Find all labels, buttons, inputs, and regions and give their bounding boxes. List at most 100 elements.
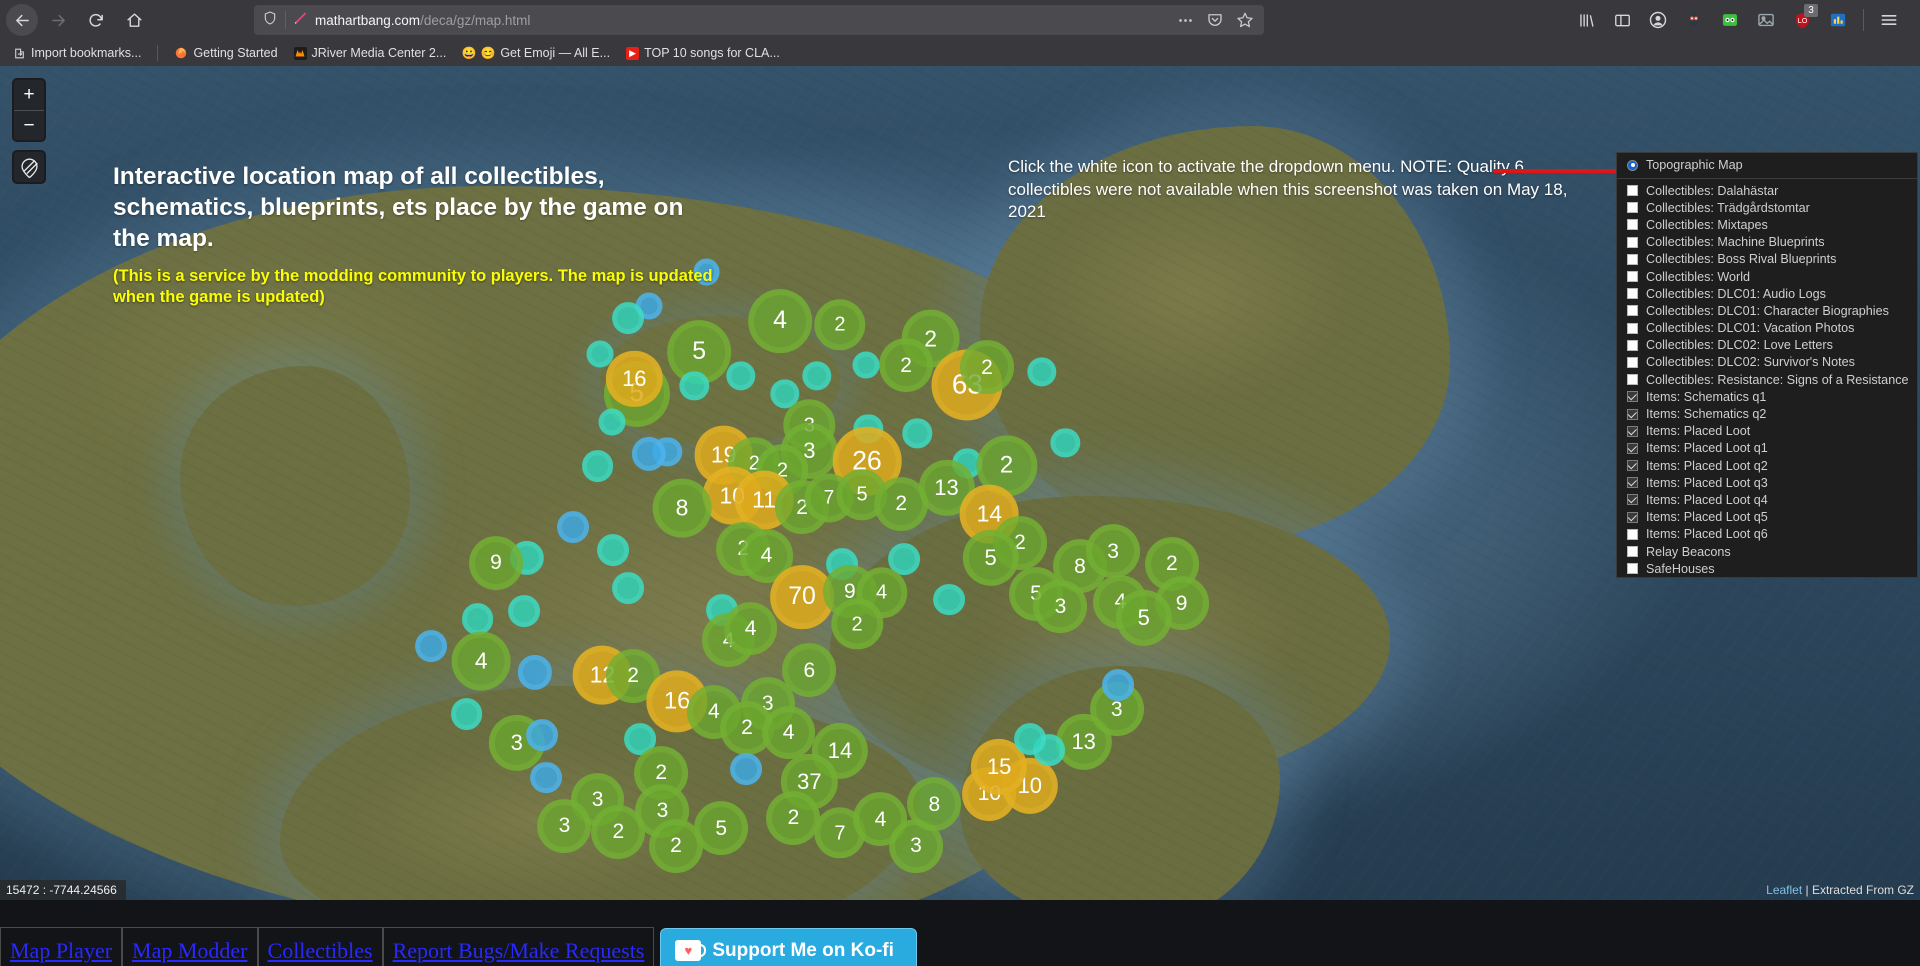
map-marker[interactable]: 4 <box>748 289 812 354</box>
checkbox-unchecked-icon[interactable] <box>1627 339 1638 351</box>
checkbox-checked-icon[interactable] <box>1627 425 1638 437</box>
map-marker[interactable] <box>530 761 563 794</box>
checkbox-unchecked-icon[interactable] <box>1627 305 1638 317</box>
footer-link-label[interactable]: Map Modder <box>132 938 247 964</box>
checkbox-checked-icon[interactable] <box>1627 391 1638 403</box>
layer-overlay-row[interactable]: Collectibles: DLC01: Character Biographi… <box>1617 302 1917 319</box>
layer-overlay-row[interactable]: Items: Placed Loot q1 <box>1617 440 1917 457</box>
map-marker[interactable] <box>1013 723 1046 756</box>
page-identity-icon[interactable] <box>293 10 308 30</box>
radio-selected-icon[interactable] <box>1627 159 1638 171</box>
lastpass-extension-icon[interactable]: LO 3 <box>1785 4 1819 36</box>
checkbox-unchecked-icon[interactable] <box>1627 528 1638 540</box>
url-bar[interactable]: mathartbang.com/deca/gz/map.html <box>254 5 1264 35</box>
map-marker[interactable] <box>612 572 645 605</box>
checkbox-checked-icon[interactable] <box>1627 511 1638 523</box>
layer-overlay-row[interactable]: Collectibles: Trädgårdstomtar <box>1617 199 1917 216</box>
checkbox-unchecked-icon[interactable] <box>1627 236 1638 248</box>
map-marker[interactable] <box>461 603 494 636</box>
map-marker[interactable]: 4 <box>723 601 778 656</box>
map-marker[interactable] <box>933 583 965 616</box>
layer-overlay-row[interactable]: Collectibles: DLC01: Vacation Photos <box>1617 320 1917 337</box>
map-marker[interactable] <box>729 753 762 786</box>
map-marker[interactable] <box>450 698 483 730</box>
robot-extension-icon[interactable] <box>1713 4 1747 36</box>
footer-link-label[interactable]: Collectibles <box>268 938 373 964</box>
bookmark-import-bookmarks[interactable]: Import bookmarks... <box>6 44 147 62</box>
layer-overlay-row[interactable]: Items: Schematics q2 <box>1617 405 1917 422</box>
checkbox-unchecked-icon[interactable] <box>1627 271 1638 283</box>
checkbox-unchecked-icon[interactable] <box>1627 563 1638 575</box>
footer-link-map-modder[interactable]: Map Modder <box>122 927 258 966</box>
account-icon[interactable] <box>1641 4 1675 36</box>
zoom-in-button[interactable]: + <box>14 80 44 110</box>
layer-overlay-row[interactable]: Collectibles: Boss Rival Blueprints <box>1617 251 1917 268</box>
page-actions-icon[interactable] <box>1177 12 1194 29</box>
bookmark-get-emoji[interactable]: 😀 😊 Get Emoji — All E... <box>456 44 616 62</box>
checkbox-unchecked-icon[interactable] <box>1627 356 1638 368</box>
layer-overlay-row[interactable]: Items: Placed Loot q4 <box>1617 491 1917 508</box>
layer-overlay-row[interactable]: Items: Placed Loot q2 <box>1617 457 1917 474</box>
map-marker[interactable] <box>597 534 630 566</box>
support-kofi-button[interactable]: ♥ Support Me on Ko-fi <box>660 927 917 966</box>
checkbox-checked-icon[interactable] <box>1627 460 1638 472</box>
bookmark-star-icon[interactable] <box>1236 11 1254 29</box>
checkbox-unchecked-icon[interactable] <box>1627 374 1638 386</box>
layer-overlay-row[interactable]: Collectibles: Resistance: Signs of a Res… <box>1617 371 1917 388</box>
shield-icon[interactable] <box>262 10 278 31</box>
map-marker[interactable]: 9 <box>468 535 523 590</box>
layer-overlay-list[interactable]: Collectibles: Dalahästar Collectibles: Tr… <box>1617 182 1917 577</box>
map-marker[interactable]: 2 <box>766 791 821 845</box>
map-marker[interactable] <box>852 351 880 379</box>
layer-base-topographic[interactable]: Topographic Map <box>1617 153 1917 177</box>
footer-link-map-player[interactable]: Map Player <box>0 927 123 966</box>
bookmark-jriver[interactable]: JRiver Media Center 2... <box>288 44 453 62</box>
map-marker[interactable]: 3 <box>537 799 592 853</box>
footer-link-collectibles[interactable]: Collectibles <box>257 927 383 966</box>
map-marker[interactable] <box>1102 669 1134 702</box>
home-button[interactable] <box>116 4 152 36</box>
map-marker[interactable] <box>557 510 589 543</box>
chart-extension-icon[interactable] <box>1821 4 1855 36</box>
checkbox-checked-icon[interactable] <box>1627 408 1638 420</box>
footer-link-label[interactable]: Map Player <box>10 938 112 964</box>
map-marker[interactable] <box>526 718 559 751</box>
menu-icon[interactable] <box>1872 4 1906 36</box>
layer-overlay-row[interactable]: SafeHouses <box>1617 560 1917 577</box>
layer-overlay-row[interactable]: Collectibles: DLC02: Survivor's Notes <box>1617 354 1917 371</box>
zoom-out-button[interactable]: − <box>14 110 44 140</box>
leaflet-link[interactable]: Leaflet <box>1766 883 1802 897</box>
reload-button[interactable] <box>78 4 114 36</box>
footer-link-report-bugs[interactable]: Report Bugs/Make Requests <box>382 927 655 966</box>
map-marker[interactable] <box>415 629 447 662</box>
checkbox-unchecked-icon[interactable] <box>1627 253 1638 265</box>
bookmark-getting-started[interactable]: Getting Started <box>168 44 283 62</box>
map-marker[interactable]: 2 <box>879 338 934 393</box>
checkbox-checked-icon[interactable] <box>1627 494 1638 506</box>
library-icon[interactable] <box>1569 4 1603 36</box>
layer-overlay-row[interactable]: Items: Placed Loot q6 <box>1617 526 1917 543</box>
pocket-icon[interactable] <box>1206 11 1224 29</box>
checkbox-unchecked-icon[interactable] <box>1627 322 1638 334</box>
layers-control-panel[interactable]: Topographic Map Collectibles: Dalahästar… <box>1616 152 1918 579</box>
layer-overlay-row[interactable]: Collectibles: World <box>1617 268 1917 285</box>
checkbox-unchecked-icon[interactable] <box>1627 288 1638 300</box>
footer-link-label[interactable]: Report Bugs/Make Requests <box>393 938 645 964</box>
checkbox-unchecked-icon[interactable] <box>1627 219 1638 231</box>
map-marker[interactable]: 4 <box>761 705 816 760</box>
map-marker[interactable] <box>581 449 614 482</box>
sidebar-icon[interactable] <box>1605 4 1639 36</box>
map-marker[interactable]: 3 <box>1086 524 1140 579</box>
bookmark-top-10-songs[interactable]: ▶ TOP 10 songs for CLA... <box>620 44 786 62</box>
image-extension-icon[interactable] <box>1749 4 1783 36</box>
layer-overlay-row[interactable]: Relay Beacons <box>1617 543 1917 560</box>
map-zoom-controls[interactable]: + − <box>12 78 46 142</box>
map-marker[interactable]: 4 <box>451 631 511 691</box>
map-marker[interactable]: 8 <box>652 479 712 538</box>
forward-button[interactable] <box>40 4 76 36</box>
rocket-extension-icon[interactable] <box>1677 4 1711 36</box>
layer-overlay-row[interactable]: Items: Placed Loot <box>1617 423 1917 440</box>
map-marker[interactable]: 5 <box>694 801 749 856</box>
checkbox-unchecked-icon[interactable] <box>1627 546 1638 558</box>
map-marker[interactable]: 3 <box>1033 579 1088 634</box>
